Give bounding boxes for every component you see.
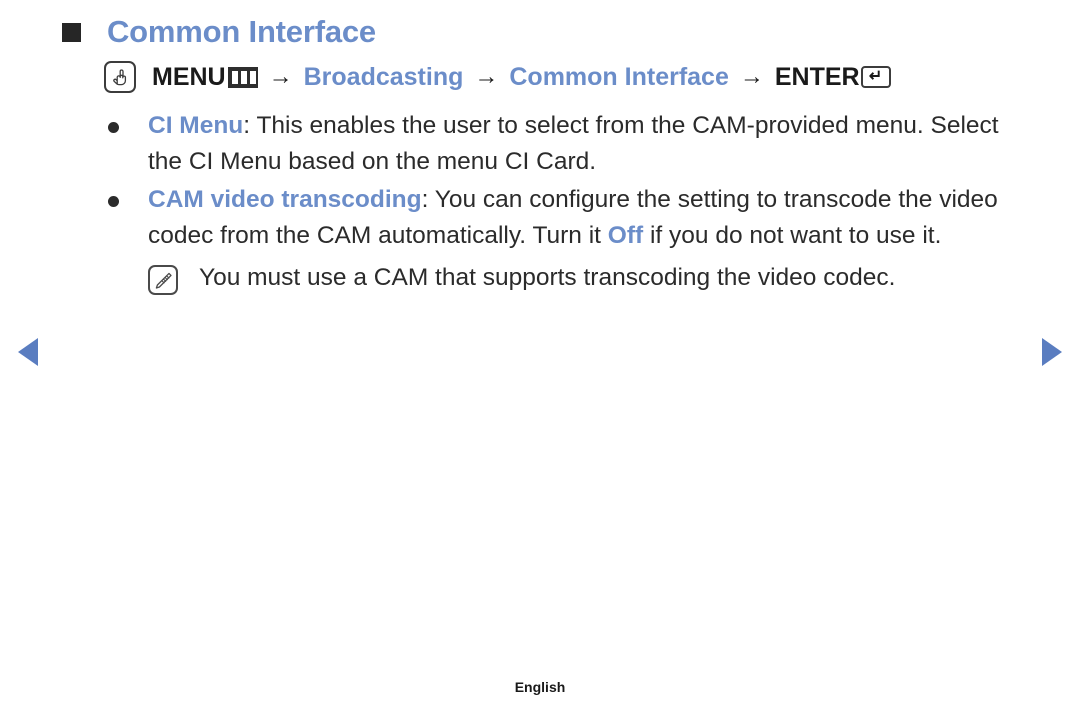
path-separator-3: → <box>739 63 764 90</box>
list-item-description-part2: if you do not want to use it. <box>643 222 942 249</box>
menu-label: MENU <box>152 63 226 91</box>
note: You must use a CAM that supports transco… <box>148 260 1038 296</box>
list-item-description: This enables the user to select from the… <box>148 112 999 175</box>
bullet-dot-icon <box>108 196 119 207</box>
list-item-separator: : <box>243 112 257 139</box>
list-item-term: CAM video transcoding <box>148 186 422 213</box>
enter-label: ENTER <box>774 63 860 91</box>
footer-language: English <box>514 679 566 695</box>
bullet-dot-icon <box>108 122 119 133</box>
list-item-term: CI Menu <box>148 112 244 139</box>
path-step-common-interface[interactable]: Common Interface <box>509 60 728 94</box>
list-item-text: CAM video transcoding: You can configure… <box>148 182 1038 254</box>
triangle-right-icon[interactable] <box>1042 338 1062 366</box>
list-item: CAM video transcoding: You can configure… <box>108 182 1038 254</box>
list-item-text: CI Menu: This enables the user to select… <box>148 108 1038 180</box>
note-text: You must use a CAM that supports transco… <box>199 264 896 291</box>
path-separator-1: → <box>268 63 293 90</box>
return-arrow-icon: ↵ <box>860 66 891 88</box>
path-separator-2: → <box>474 63 499 90</box>
menu-path-breadcrumb: MENU → Broadcasting → Common Interface →… <box>104 60 891 94</box>
note-pencil-icon <box>148 265 178 295</box>
page-title: Common Interface <box>62 12 376 52</box>
path-step-broadcasting[interactable]: Broadcasting <box>304 60 464 94</box>
menu-bars-icon <box>227 66 258 88</box>
content-body: CI Menu: This enables the user to select… <box>108 108 1038 296</box>
list-item: CI Menu: This enables the user to select… <box>108 108 1038 180</box>
hand-press-icon <box>104 61 136 93</box>
list-item-separator: : <box>421 186 435 213</box>
page-title-text: Common Interface <box>107 14 376 49</box>
triangle-left-icon[interactable] <box>18 338 38 366</box>
list-item-emphasis: Off <box>607 222 644 249</box>
filled-square-icon <box>62 23 81 42</box>
